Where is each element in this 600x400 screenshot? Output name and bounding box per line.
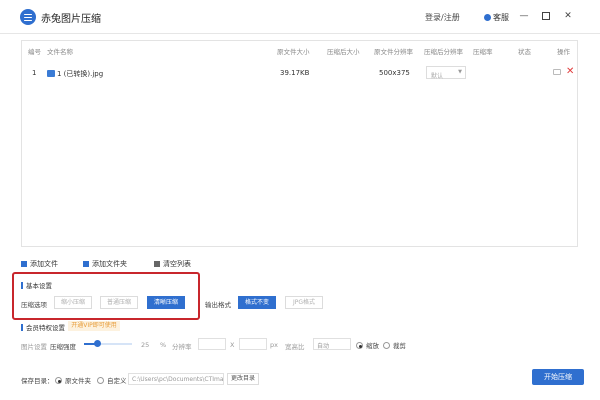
scale-radio[interactable]: 缩放 [356, 340, 379, 350]
save-path-input[interactable]: C:\Users\pc\Documents\CTImageCo [128, 373, 224, 385]
quality-slider[interactable] [84, 340, 132, 347]
vip-badge[interactable]: 开通VIP即可使用 [68, 321, 120, 331]
slider-handle[interactable] [94, 340, 101, 347]
quality-unit: % [160, 341, 167, 349]
change-dir-button[interactable]: 更改目录 [227, 373, 259, 385]
header-orig-size: 原文件大小 [277, 48, 310, 56]
aspect-label: 宽高比 [285, 343, 305, 351]
table-row[interactable]: 1 1 (已转换).jpg 39.17KB 500x375 默认 ▼ ✕ [22, 65, 577, 81]
trash-icon [154, 261, 160, 267]
custom-folder-radio[interactable]: 自定义 [97, 375, 127, 385]
maximize-button[interactable] [540, 10, 552, 22]
image-settings-label: 图片设置 [21, 343, 47, 351]
start-compress-button[interactable]: 开始压缩 [532, 369, 584, 385]
row-orig-size: 39.17KB [280, 69, 310, 77]
jpg-format-button[interactable]: JPG格式 [285, 296, 323, 309]
add-file-icon [21, 261, 27, 267]
save-dir-label: 保存目录： [21, 377, 54, 385]
header-actions: 操作 [557, 48, 570, 56]
shrink-compress-button[interactable]: 缩小压缩 [54, 296, 92, 309]
resolution-unit: px [270, 341, 278, 349]
add-folder-button[interactable]: 添加文件夹 [83, 259, 127, 269]
minimize-button[interactable]: — [518, 10, 530, 22]
basic-settings-title: 基本设置 [21, 280, 52, 290]
clear-list-button[interactable]: 清空列表 [154, 259, 191, 269]
compress-option-label: 压缩选项 [21, 301, 47, 309]
chevron-down-icon: ▼ [458, 69, 462, 75]
open-folder-icon[interactable] [553, 69, 561, 75]
title-bar: 赤兔图片压缩 登录/注册 客服 — ✕ [0, 0, 600, 34]
image-file-icon [47, 70, 55, 77]
add-file-button[interactable]: 添加文件 [21, 259, 58, 269]
resolution-separator: X [230, 341, 235, 349]
row-filename: 1 (已转换).jpg [47, 69, 103, 79]
folder-icon [83, 261, 89, 267]
header-filename: 文件名称 [47, 48, 73, 56]
delete-icon[interactable]: ✕ [566, 66, 574, 77]
resolution-width-input[interactable] [198, 338, 226, 350]
rate-select[interactable]: 默认 ▼ [426, 66, 466, 80]
resolution-label: 分辨率 [172, 343, 192, 351]
crop-radio[interactable]: 裁剪 [383, 340, 406, 350]
aspect-select[interactable]: 自动 [313, 338, 351, 350]
row-orig-resolution: 500x375 [379, 69, 410, 77]
login-register-link[interactable]: 登录/注册 [425, 12, 460, 23]
close-button[interactable]: ✕ [562, 10, 574, 22]
maximize-icon [542, 12, 550, 20]
file-list-panel: 编号 文件名称 原文件大小 压缩后大小 原文件分辨率 压缩后分辨率 压缩率 状态… [21, 40, 578, 247]
original-folder-radio[interactable]: 原文件夹 [55, 375, 91, 385]
output-format-label: 输出格式 [205, 301, 231, 309]
list-header: 编号 文件名称 原文件大小 压缩后大小 原文件分辨率 压缩后分辨率 压缩率 状态… [22, 41, 577, 59]
row-index: 1 [32, 69, 37, 77]
customer-service-link[interactable]: 客服 [484, 12, 509, 23]
app-title: 赤兔图片压缩 [41, 14, 101, 25]
header-ratio: 压缩率 [473, 48, 493, 56]
header-compressed-resolution: 压缩后分辨率 [424, 48, 463, 56]
resolution-height-input[interactable] [239, 338, 267, 350]
normal-compress-button[interactable]: 普通压缩 [100, 296, 138, 309]
headset-icon [484, 14, 491, 21]
vip-settings-title: 会员特权设置 [21, 322, 65, 332]
header-compressed-size: 压缩后大小 [327, 48, 360, 56]
header-index: 编号 [28, 48, 41, 56]
header-status: 状态 [518, 48, 531, 56]
quality-value: 25 [141, 341, 150, 349]
quality-label: 压缩强度 [50, 343, 76, 351]
format-unchanged-button[interactable]: 格式不变 [238, 296, 276, 309]
clear-compress-button[interactable]: 清晰压缩 [147, 296, 185, 309]
header-orig-resolution: 原文件分辨率 [374, 48, 413, 56]
app-logo-icon [20, 9, 36, 25]
